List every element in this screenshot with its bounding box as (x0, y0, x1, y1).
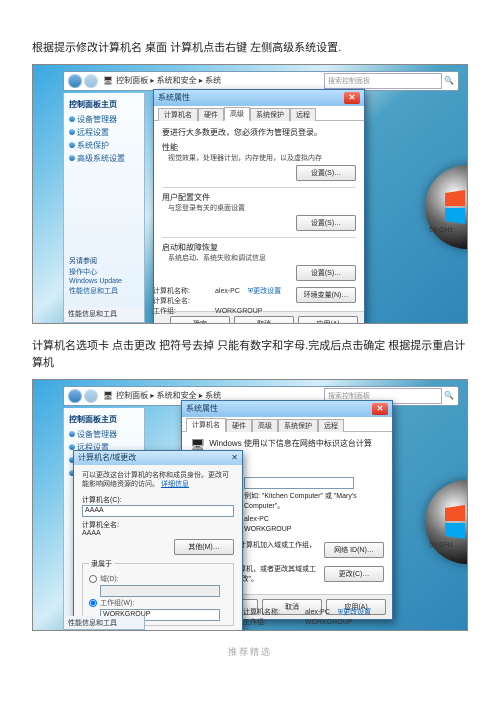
see-also-item[interactable]: 操作中心 (69, 267, 139, 277)
dialog-title: 计算机名/域更改 (78, 452, 136, 463)
adv-intro: 要进行大多数更改，您必须作为管理员登录。 (162, 127, 356, 138)
group-perf-header: 性能 (162, 142, 356, 153)
netid-button[interactable]: 网络 ID(N)… (324, 542, 384, 558)
more-button[interactable]: 其他(M)… (174, 539, 234, 555)
close-icon[interactable]: ✕ (344, 92, 360, 104)
domain-input[interactable] (100, 585, 220, 597)
address-bar: 🖥 控制面板 ▸ 系统和安全 ▸ 系统 搜索控制面板 🔍 (63, 71, 459, 91)
ok-button[interactable]: 确定 (110, 630, 170, 631)
env-button[interactable]: 环境变量(N)… (296, 287, 356, 303)
search-icon[interactable]: 🔍 (444, 76, 454, 85)
tab-advanced[interactable]: 高级 (252, 419, 278, 432)
forward-icon[interactable] (84, 389, 98, 403)
more-info-link[interactable]: 详细信息 (161, 481, 189, 488)
caption-1: 根据提示修改计算机名 桌面 计算机点击右键 左侧高级系统设置. (32, 40, 468, 58)
ok-button[interactable]: 确定 (170, 316, 230, 324)
bullet-icon (69, 142, 75, 148)
group-startup-header: 启动和故障恢复 (162, 242, 356, 253)
tab-computer-name[interactable]: 计算机名 (186, 418, 226, 432)
radio-domain[interactable]: 域(D): (89, 574, 227, 584)
bullet-icon (69, 129, 75, 135)
group-profile-header: 用户配置文件 (162, 192, 356, 203)
bullet-icon (69, 431, 75, 437)
bottom-bar: 性能信息和工具 (63, 307, 145, 323)
cancel-button[interactable]: 取消 (174, 630, 234, 631)
see-also-header: 另请参阅 (69, 256, 139, 266)
tab-strip: 计算机名 硬件 高级 系统保护 远程 (182, 417, 392, 432)
dialog-title: 系统属性 (158, 92, 190, 103)
cpu-hz: 59 GHz (429, 227, 453, 234)
desc-input[interactable] (244, 477, 354, 489)
back-icon[interactable] (68, 389, 82, 403)
group-profile-desc: 与您登录有关的桌面设置 (168, 204, 356, 213)
see-also-item[interactable]: 性能信息和工具 (69, 286, 139, 296)
bullet-icon (69, 155, 75, 161)
sidebar-item[interactable]: 设备管理器 (69, 429, 139, 440)
apply-button[interactable]: 应用(A) (298, 316, 358, 324)
windows-logo-icon (425, 480, 468, 564)
change-name-dialog: 计算机名/域更改 ✕ 可以更改这台计算机的名称和成员身份。更改可能影响网络资源的… (73, 450, 243, 631)
tab-hardware[interactable]: 硬件 (226, 419, 252, 432)
cname-label: 计算机名(C): (82, 495, 234, 505)
tab-protection[interactable]: 系统保护 (278, 419, 318, 432)
cfull-value: AAAA (82, 530, 234, 537)
windows-logo-icon (425, 165, 468, 249)
sidebar-item[interactable]: 设备管理器 (69, 114, 139, 125)
tab-hardware[interactable]: 硬件 (198, 108, 224, 121)
breadcrumb[interactable]: 控制面板 ▸ 系统和安全 ▸ 系统 (116, 75, 324, 86)
back-icon[interactable] (68, 74, 82, 88)
settings-button[interactable]: 设置(S)… (296, 165, 356, 181)
group-startup-desc: 系统启动、系统失败和调试信息 (168, 254, 356, 263)
tab-advanced[interactable]: 高级 (224, 107, 250, 121)
forward-icon[interactable] (84, 74, 98, 88)
settings-button[interactable]: 设置(S)… (296, 265, 356, 281)
desc-hint: 例如: "Kitchen Computer" 或 "Mary's Compute… (244, 491, 384, 511)
search-icon[interactable]: 🔍 (444, 391, 454, 400)
screenshot-2: 🖥 控制面板 ▸ 系统和安全 ▸ 系统 搜索控制面板 🔍 控制面板主页 设备管理… (32, 379, 468, 631)
caption-2: 计算机名选项卡 点击更改 把符号去掉 只能有数字和字母.完成后点击确定 根据提示… (32, 338, 468, 373)
group-perf-desc: 视觉效果，处理器计划，内存使用，以及虚拟内存 (168, 154, 356, 163)
sidebar-item[interactable]: 高级系统设置 (69, 153, 139, 164)
dialog-title: 系统属性 (186, 403, 218, 414)
sidebar-item[interactable]: 系统保护 (69, 140, 139, 151)
tab-remote[interactable]: 远程 (290, 108, 316, 121)
screenshot-1: 🖥 控制面板 ▸ 系统和安全 ▸ 系统 搜索控制面板 🔍 控制面板主页 设备管理… (32, 64, 468, 324)
change-settings-link[interactable]: ⛨更改设置 (248, 288, 281, 295)
close-icon[interactable]: ✕ (231, 453, 238, 462)
close-icon[interactable]: ✕ (372, 403, 388, 415)
sidepanel-header: 控制面板主页 (69, 99, 139, 110)
change-button[interactable]: 更改(C)… (324, 566, 384, 582)
cpu-hz: 59 GHz (429, 542, 453, 549)
bottom-bar: 性能信息和工具 (63, 616, 145, 630)
bullet-icon (69, 116, 75, 122)
change-info: 可以更改这台计算机的名称和成员身份。更改可能影响网络资源的访问。 详细信息 (82, 471, 234, 489)
tab-remote[interactable]: 远程 (318, 419, 344, 432)
sys-info-block: 计算机名称:alex-PC⛨更改设置 工作组:WORKGROUP (243, 608, 371, 628)
sys-info-block: 计算机名称:alex-PC⛨更改设置 计算机全名: 工作组:WORKGROUP (153, 287, 281, 316)
tab-strip: 计算机名 硬件 高级 系统保护 远程 (154, 106, 364, 121)
see-also-item[interactable]: Windows Update (69, 278, 139, 285)
cname-input[interactable] (82, 505, 234, 517)
radio-workgroup[interactable]: 工作组(W): (89, 598, 227, 608)
change-settings-link[interactable]: ⛨更改设置 (338, 609, 371, 616)
sidepanel-header: 控制面板主页 (69, 414, 139, 425)
sidebar-item[interactable]: 远程设置 (69, 127, 139, 138)
side-panel: 控制面板主页 设备管理器 远程设置 系统保护 高级系统设置 另请参阅 操作中心 … (63, 93, 145, 317)
page-footer: 推荐精选 (32, 645, 468, 658)
tab-protection[interactable]: 系统保护 (250, 108, 290, 121)
cancel-button[interactable]: 取消 (234, 316, 294, 324)
search-input[interactable]: 搜索控制面板 (324, 73, 442, 89)
settings-button[interactable]: 设置(S)… (296, 215, 356, 231)
tab-computer-name[interactable]: 计算机名 (158, 108, 198, 121)
